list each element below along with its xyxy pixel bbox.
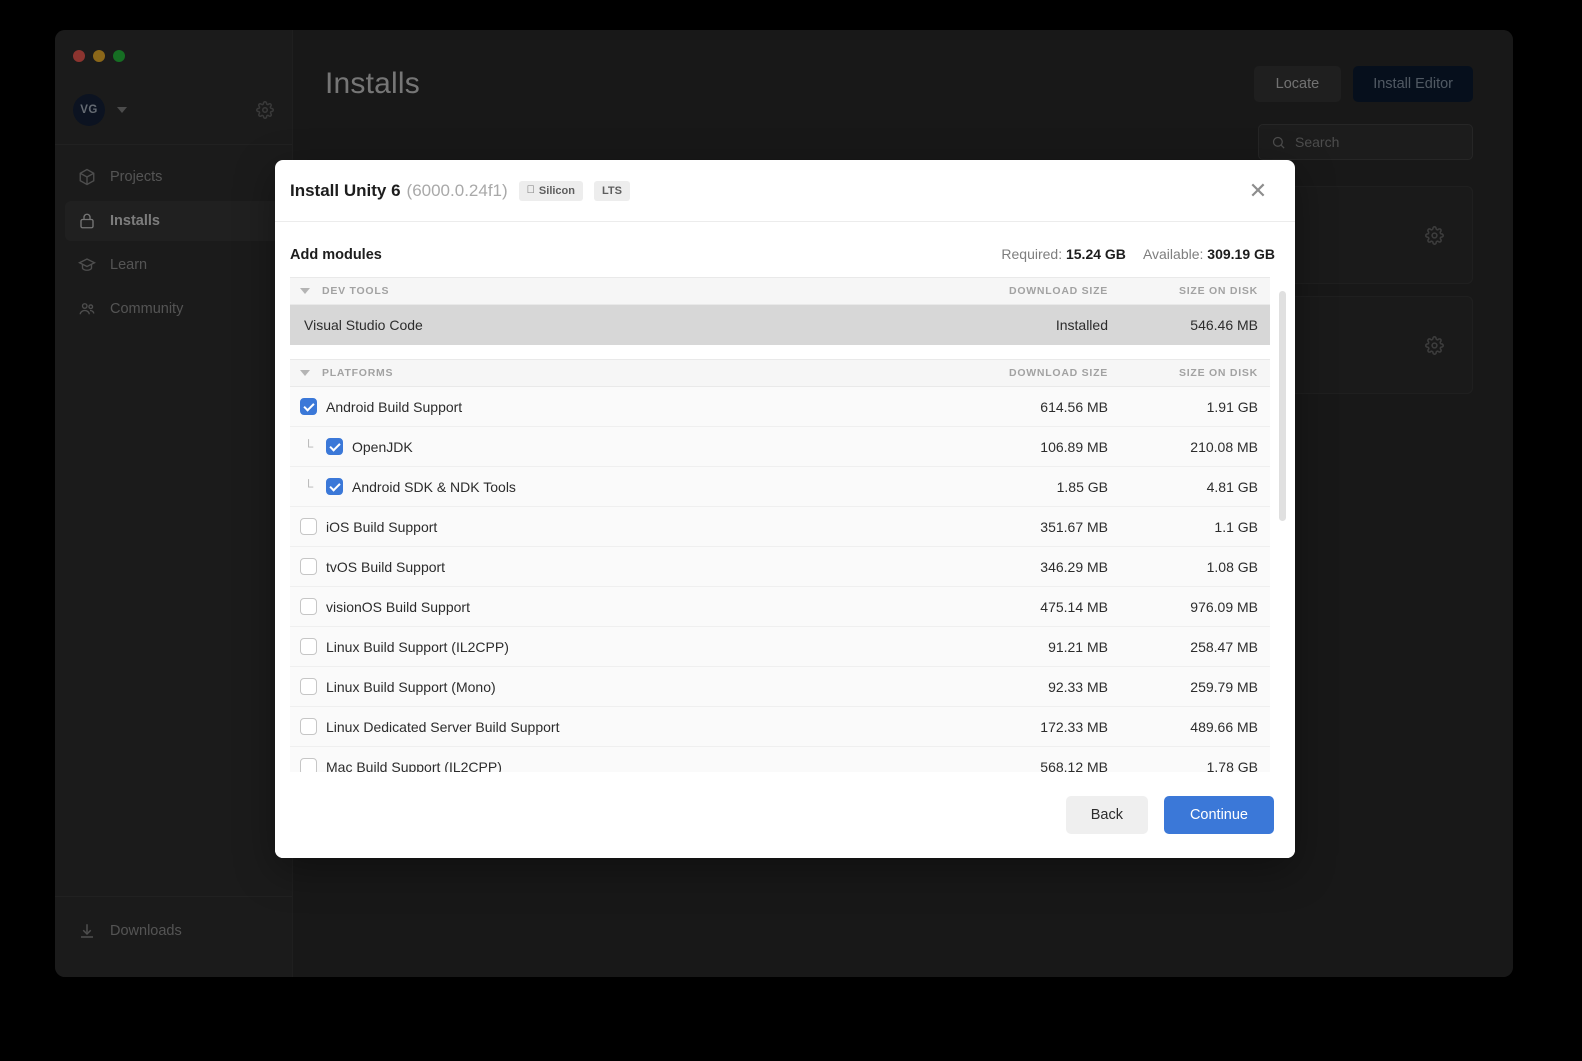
continue-button[interactable]: Continue bbox=[1163, 796, 1274, 834]
table-row[interactable]: tvOS Build Support 346.29 MB 1.08 GB bbox=[290, 547, 1270, 587]
modal-header: Install Unity 6 (6000.0.24f1)  Silicon … bbox=[275, 160, 1295, 222]
module-label: Linux Build Support (Mono) bbox=[326, 678, 496, 695]
group-gap bbox=[290, 345, 1270, 359]
module-download-size: 475.14 MB bbox=[1040, 598, 1108, 615]
module-checkbox[interactable] bbox=[300, 558, 317, 575]
module-label: Mac Build Support (IL2CPP) bbox=[326, 758, 502, 773]
module-label: Linux Build Support (IL2CPP) bbox=[326, 638, 509, 655]
column-download-size: DOWNLOAD SIZE bbox=[1009, 285, 1108, 297]
modal-subheader: Add modules Required: 15.24 GB Available… bbox=[275, 222, 1295, 277]
module-checkbox[interactable] bbox=[300, 718, 317, 735]
add-modules-title: Add modules bbox=[290, 247, 382, 263]
required-value: 15.24 GB bbox=[1065, 246, 1126, 262]
module-checkbox[interactable] bbox=[300, 398, 317, 415]
module-download-size: 172.33 MB bbox=[1040, 718, 1108, 735]
modules-list-container: DEV TOOLS DOWNLOAD SIZE SIZE ON DISK Vis… bbox=[275, 277, 1295, 772]
group-header-platforms[interactable]: PLATFORMS DOWNLOAD SIZE SIZE ON DISK bbox=[290, 359, 1270, 387]
available-value: 309.19 GB bbox=[1207, 246, 1275, 262]
module-size-on-disk: 546.46 MB bbox=[1190, 316, 1258, 333]
screen: VG Projects Installs Learn Community Dow… bbox=[0, 0, 1582, 1061]
module-size-on-disk: 1.1 GB bbox=[1214, 518, 1258, 535]
module-checkbox[interactable] bbox=[326, 478, 343, 495]
back-button[interactable]: Back bbox=[1065, 796, 1148, 834]
module-size-on-disk: 4.81 GB bbox=[1206, 478, 1258, 495]
module-label: iOS Build Support bbox=[326, 518, 438, 535]
module-label: Visual Studio Code bbox=[304, 316, 423, 333]
module-label: Android SDK & NDK Tools bbox=[352, 478, 516, 495]
badge-silicon:  Silicon bbox=[518, 180, 583, 201]
group-name: DEV TOOLS bbox=[322, 285, 390, 297]
module-size-on-disk: 210.08 MB bbox=[1190, 438, 1258, 455]
module-download-size: 106.89 MB bbox=[1040, 438, 1108, 455]
table-row[interactable]: Android Build Support 614.56 MB 1.91 GB bbox=[290, 387, 1270, 427]
modules-list: DEV TOOLS DOWNLOAD SIZE SIZE ON DISK Vis… bbox=[290, 277, 1280, 772]
module-size-on-disk: 1.78 GB bbox=[1206, 758, 1258, 773]
module-checkbox[interactable] bbox=[326, 438, 343, 455]
module-size-on-disk: 1.08 GB bbox=[1206, 558, 1258, 575]
module-download-size: 92.33 MB bbox=[1048, 678, 1108, 695]
table-row[interactable]: iOS Build Support 351.67 MB 1.1 GB bbox=[290, 507, 1270, 547]
module-size-on-disk: 259.79 MB bbox=[1190, 678, 1258, 695]
badge-label: LTS bbox=[593, 184, 622, 197]
module-size-on-disk: 258.47 MB bbox=[1190, 638, 1258, 655]
tree-branch-icon: └ bbox=[304, 439, 314, 454]
modal-footer: Back Continue bbox=[275, 772, 1295, 858]
table-row[interactable]: └ Android SDK & NDK Tools 1.85 GB 4.81 G… bbox=[290, 467, 1270, 507]
chevron-down-icon[interactable] bbox=[300, 288, 310, 294]
apple-icon:  bbox=[527, 185, 535, 196]
modal-version: (6000.0.24f1) bbox=[406, 180, 508, 200]
group-name: PLATFORMS bbox=[322, 367, 394, 379]
required-label: Required: bbox=[1001, 246, 1063, 262]
table-row[interactable]: Linux Build Support (Mono) 92.33 MB 259.… bbox=[290, 667, 1270, 707]
table-row[interactable]: Linux Dedicated Server Build Support 172… bbox=[290, 707, 1270, 747]
module-download-size: 91.21 MB bbox=[1048, 638, 1108, 655]
module-size-on-disk: 976.09 MB bbox=[1190, 598, 1258, 615]
group-header-dev-tools[interactable]: DEV TOOLS DOWNLOAD SIZE SIZE ON DISK bbox=[290, 277, 1270, 305]
module-download-size: 346.29 MB bbox=[1040, 558, 1108, 575]
module-label: tvOS Build Support bbox=[326, 558, 446, 575]
module-download-size: 351.67 MB bbox=[1040, 518, 1108, 535]
table-row[interactable]: visionOS Build Support 475.14 MB 976.09 … bbox=[290, 587, 1270, 627]
table-row[interactable]: Mac Build Support (IL2CPP) 568.12 MB 1.7… bbox=[290, 747, 1270, 772]
module-download-size: Installed bbox=[1055, 316, 1108, 333]
module-download-size: 614.56 MB bbox=[1040, 398, 1108, 415]
close-icon[interactable]: ✕ bbox=[1245, 178, 1271, 204]
table-row[interactable]: └ OpenJDK 106.89 MB 210.08 MB bbox=[290, 427, 1270, 467]
module-download-size: 1.85 GB bbox=[1056, 478, 1108, 495]
module-label: OpenJDK bbox=[352, 438, 413, 455]
tree-branch-icon: └ bbox=[304, 479, 314, 494]
column-size-on-disk: SIZE ON DISK bbox=[1178, 285, 1258, 297]
module-label: Linux Dedicated Server Build Support bbox=[326, 718, 560, 735]
column-size-on-disk: SIZE ON DISK bbox=[1178, 367, 1258, 379]
module-label: visionOS Build Support bbox=[326, 598, 470, 615]
modules-scrollbar[interactable] bbox=[1279, 291, 1286, 521]
table-row[interactable]: Linux Build Support (IL2CPP) 91.21 MB 25… bbox=[290, 627, 1270, 667]
module-size-on-disk: 1.91 GB bbox=[1206, 398, 1258, 415]
table-row[interactable]: Visual Studio Code Installed 546.46 MB bbox=[290, 305, 1270, 345]
module-label: Android Build Support bbox=[326, 398, 463, 415]
module-checkbox[interactable] bbox=[300, 758, 317, 772]
column-download-size: DOWNLOAD SIZE bbox=[1009, 367, 1108, 379]
module-size-on-disk: 489.66 MB bbox=[1190, 718, 1258, 735]
badge-lts: LTS bbox=[593, 180, 630, 201]
module-checkbox[interactable] bbox=[300, 518, 317, 535]
modal-title: Install Unity 6 bbox=[290, 180, 401, 200]
module-checkbox[interactable] bbox=[300, 598, 317, 615]
disk-summary: Required: 15.24 GB Available: 309.19 GB bbox=[1001, 246, 1275, 262]
badge-label: Silicon bbox=[530, 184, 575, 197]
chevron-down-icon[interactable] bbox=[300, 370, 310, 376]
module-checkbox[interactable] bbox=[300, 638, 317, 655]
available-label: Available: bbox=[1142, 246, 1204, 262]
module-download-size: 568.12 MB bbox=[1040, 758, 1108, 773]
module-checkbox[interactable] bbox=[300, 678, 317, 695]
install-unity-modal: Install Unity 6 (6000.0.24f1)  Silicon … bbox=[275, 160, 1295, 858]
